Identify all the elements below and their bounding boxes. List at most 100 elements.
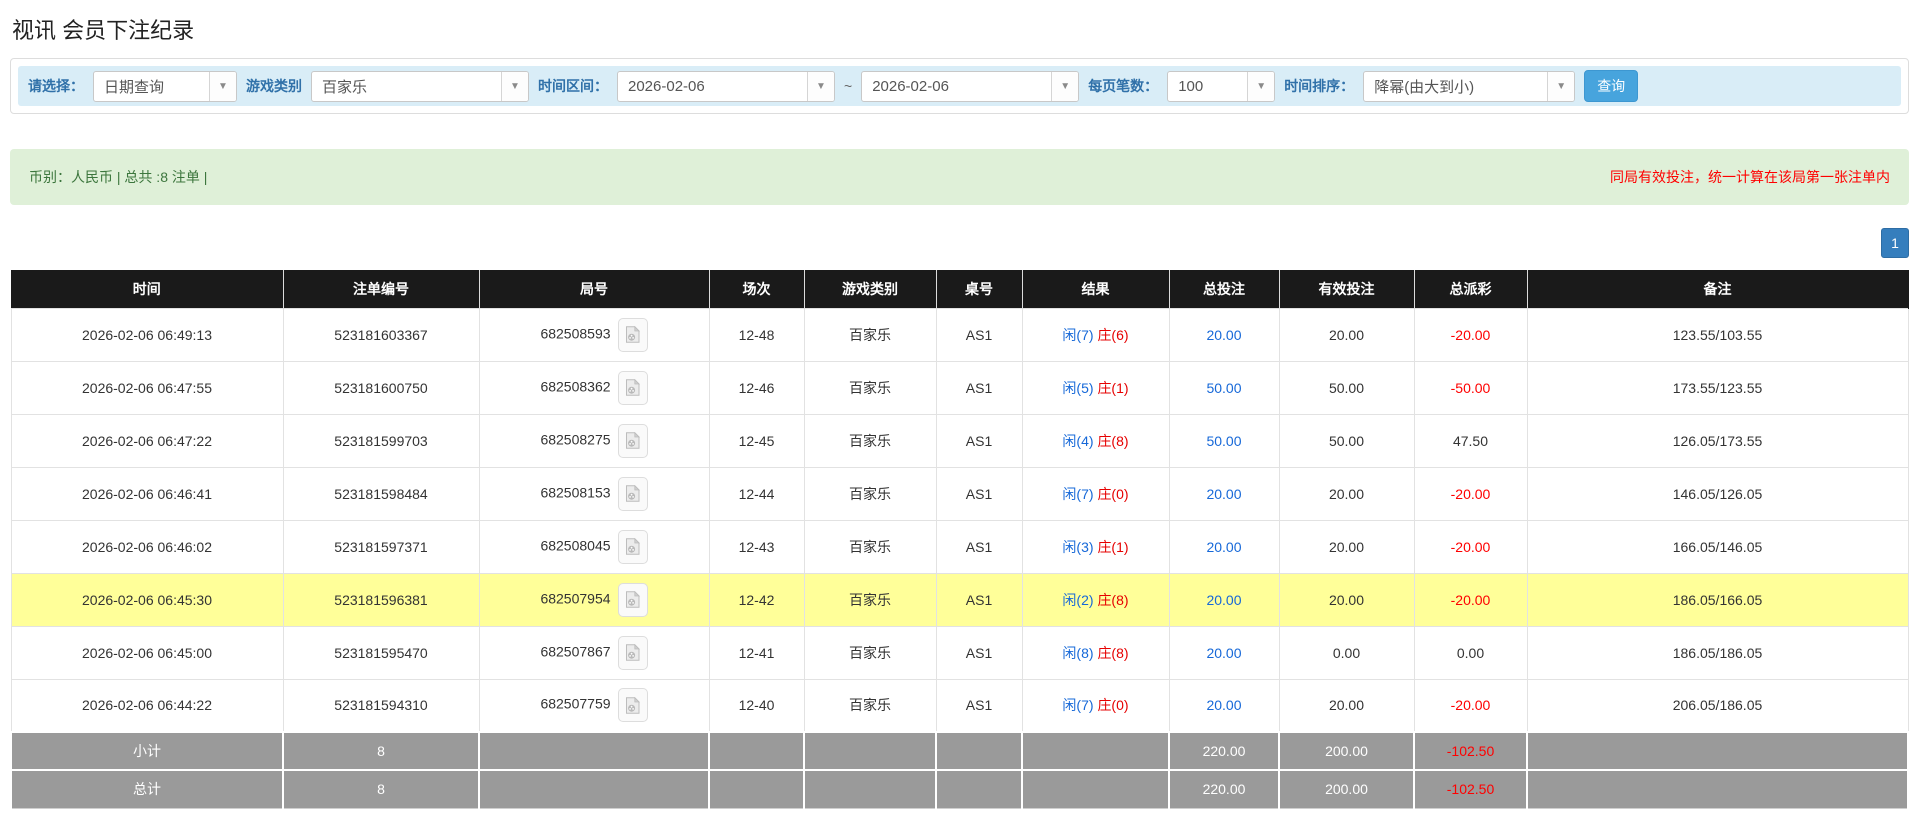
video-replay-button[interactable]: [617, 688, 648, 723]
footer-empty-cell: [708, 731, 805, 771]
date-to-select[interactable]: 2026-02-06 ▼: [861, 70, 1080, 102]
cell-result: 闲(3) 庄(1): [1021, 519, 1170, 574]
cell-game-type: 百家乐: [803, 519, 937, 574]
cell-result: 闲(5) 庄(1): [1021, 360, 1170, 415]
round-id-value: 682508275: [540, 431, 611, 448]
round-id-value: 682508153: [540, 484, 611, 501]
video-replay-button[interactable]: [617, 582, 648, 617]
cell-result: 闲(8) 庄(8): [1021, 625, 1170, 680]
table-row[interactable]: 2026-02-06 06:44:22 523181594310 6825077…: [10, 678, 1909, 733]
cell-valid-bet: 20.00: [1278, 678, 1415, 733]
cell-game-type: 百家乐: [803, 625, 937, 680]
cell-total-bet: 20.00: [1168, 678, 1280, 733]
cell-time: 2026-02-06 06:44:22: [10, 678, 284, 733]
subtotal-count: 8: [282, 731, 480, 771]
footer-empty-cell: [803, 769, 937, 809]
result-banker: 庄(0): [1097, 697, 1129, 714]
table-row[interactable]: 2026-02-06 06:47:55 523181600750 6825083…: [10, 360, 1909, 415]
chevron-down-icon[interactable]: ▼: [1051, 71, 1079, 101]
cell-round-id: 682507759: [478, 678, 710, 733]
film-file-icon: [626, 538, 640, 555]
page: 视讯 会员下注纪录 请选择： 日期查询 ▼ 游戏类别 百家乐 ▼ 时间区间： 2…: [0, 13, 1919, 809]
cell-bet-id: 523181595470: [282, 625, 480, 680]
cell-bet-id: 523181600750: [282, 360, 480, 415]
result-banker: 庄(8): [1097, 432, 1129, 449]
cell-remark: 166.05/146.05: [1526, 519, 1909, 574]
cell-total-bet: 20.00: [1168, 572, 1280, 627]
sort-select[interactable]: 降幂(由大到小) ▼: [1363, 70, 1576, 102]
table-row[interactable]: 2026-02-06 06:46:02 523181597371 6825080…: [10, 519, 1909, 574]
video-replay-button[interactable]: [617, 635, 648, 670]
film-file-icon: [626, 644, 640, 661]
cell-session: 12-45: [708, 413, 805, 468]
video-replay-button[interactable]: [617, 529, 648, 564]
cell-remark: 173.55/123.55: [1526, 360, 1909, 415]
table-row[interactable]: 2026-02-06 06:47:22 523181599703 6825082…: [10, 413, 1909, 468]
header-table-no: 桌号: [936, 270, 1023, 308]
total-label: 总计: [10, 769, 284, 809]
result-player: 闲(8): [1062, 644, 1094, 661]
chevron-down-icon[interactable]: ▼: [209, 71, 236, 101]
cell-table-no: AS1: [935, 466, 1023, 521]
time-range-label: 时间区间：: [538, 78, 608, 94]
cell-table-no: AS1: [935, 572, 1023, 627]
table-row[interactable]: 2026-02-06 06:45:30 523181596381 6825079…: [10, 572, 1909, 627]
cell-round-id: 682508045: [478, 519, 710, 574]
table-row[interactable]: 2026-02-06 06:49:13 523181603367 6825085…: [10, 307, 1909, 362]
query-type-select[interactable]: 日期查询 ▼: [93, 70, 237, 102]
cell-session: 12-46: [708, 360, 805, 415]
chevron-down-icon[interactable]: ▼: [1547, 71, 1575, 101]
cell-time: 2026-02-06 06:47:55: [10, 360, 284, 415]
cell-time: 2026-02-06 06:45:00: [10, 625, 284, 680]
table-row[interactable]: 2026-02-06 06:45:00 523181595470 6825078…: [10, 625, 1909, 680]
subtotal-label: 小计: [10, 731, 284, 771]
result-banker: 庄(1): [1097, 538, 1129, 555]
result-player: 闲(7): [1062, 485, 1094, 502]
chevron-down-icon[interactable]: ▼: [1247, 71, 1275, 101]
page-1-button[interactable]: 1: [1881, 228, 1909, 258]
result-banker: 庄(6): [1097, 326, 1129, 343]
summary-bar: 币别：人民币 | 总共 :8 注单 | 同局有效投注，统一计算在该局第一张注单内: [10, 149, 1909, 205]
cell-time: 2026-02-06 06:45:30: [10, 572, 284, 627]
search-button[interactable]: 查询: [1584, 70, 1639, 102]
cell-bet-id: 523181596381: [282, 572, 480, 627]
cell-valid-bet: 50.00: [1278, 413, 1415, 468]
cell-payout: -20.00: [1413, 572, 1528, 627]
filter-panel: 请选择： 日期查询 ▼ 游戏类别 百家乐 ▼ 时间区间： 2026-02-06 …: [10, 58, 1909, 114]
cell-total-bet: 20.00: [1168, 307, 1280, 362]
cell-round-id: 682508275: [478, 413, 710, 468]
video-replay-button[interactable]: [617, 476, 648, 511]
subtotal-valid-bet: 200.00: [1278, 731, 1415, 771]
cell-round-id: 682507954: [478, 572, 710, 627]
header-remark: 备注: [1527, 270, 1909, 308]
result-player: 闲(3): [1062, 538, 1094, 555]
page-size-select[interactable]: 100 ▼: [1167, 70, 1276, 102]
footer-empty-cell: [1526, 731, 1909, 771]
cell-game-type: 百家乐: [803, 413, 937, 468]
footer-empty-cell: [478, 769, 710, 809]
result-banker: 庄(8): [1097, 591, 1129, 608]
cell-valid-bet: 20.00: [1278, 466, 1415, 521]
video-replay-button[interactable]: [617, 317, 648, 352]
video-replay-button[interactable]: [617, 423, 648, 458]
video-replay-button[interactable]: [617, 370, 648, 405]
cell-total-bet: 50.00: [1168, 413, 1280, 468]
cell-table-no: AS1: [935, 678, 1023, 733]
chevron-down-icon[interactable]: ▼: [807, 71, 834, 101]
cell-session: 12-42: [708, 572, 805, 627]
film-file-icon: [626, 326, 640, 343]
cell-valid-bet: 20.00: [1278, 307, 1415, 362]
cell-session: 12-48: [708, 307, 805, 362]
sort-value: 降幂(由大到小): [1374, 78, 1475, 96]
date-from-select[interactable]: 2026-02-06 ▼: [617, 70, 835, 102]
game-type-select[interactable]: 百家乐 ▼: [311, 70, 529, 102]
footer-empty-cell: [935, 731, 1023, 771]
cell-remark: 186.05/166.05: [1526, 572, 1909, 627]
header-time: 时间: [11, 270, 284, 308]
query-type-value: 日期查询: [104, 78, 165, 96]
footer-empty-cell: [1526, 769, 1909, 809]
table-row[interactable]: 2026-02-06 06:46:41 523181598484 6825081…: [10, 466, 1909, 521]
chevron-down-icon[interactable]: ▼: [501, 71, 528, 101]
header-bet-id: 注单编号: [283, 270, 480, 308]
footer-empty-cell: [708, 769, 805, 809]
